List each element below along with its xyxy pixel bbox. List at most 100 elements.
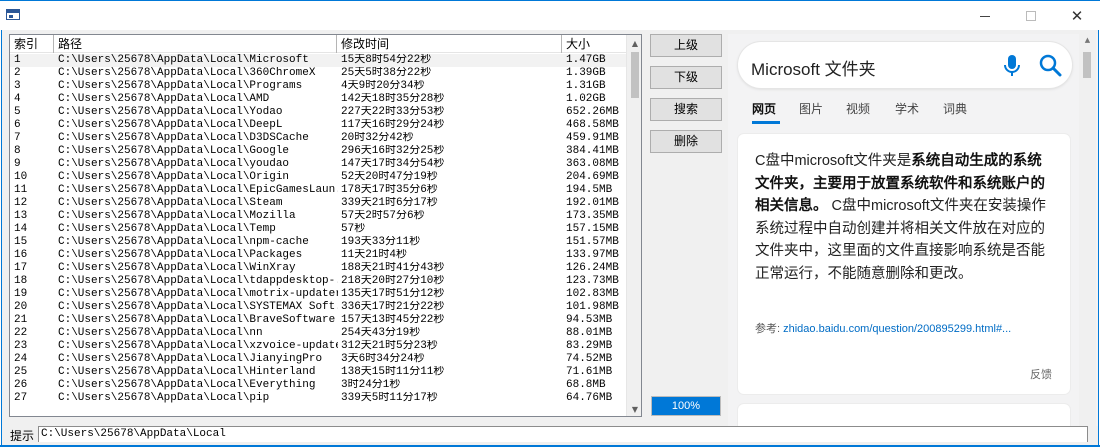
table-row[interactable]: 21 C:\Users\25678\AppData\Local\BraveSoft… (10, 314, 626, 327)
reference-line: 参考: zhidao.baidu.com/question/200895299.… (755, 320, 1055, 336)
row-index: 14 (14, 223, 28, 235)
web-search-box[interactable]: Microsoft 文件夹 (738, 42, 1072, 88)
row-size: 459.91MB (566, 132, 619, 144)
scrollbar-thumb[interactable] (631, 52, 639, 98)
table-row[interactable]: 26 C:\Users\25678\AppData\Local\Everythin… (10, 379, 626, 392)
search-query[interactable]: Microsoft 文件夹 (751, 55, 876, 80)
list-scrollbar[interactable]: ▲ ▼ (626, 35, 641, 416)
table-row[interactable]: 14 C:\Users\25678\AppData\Local\Temp 57秒 15… (10, 223, 626, 236)
table-row[interactable]: 15 C:\Users\25678\AppData\Local\npm-cache… (10, 236, 626, 249)
row-size: 71.61MB (566, 366, 613, 378)
table-row[interactable]: 24 C:\Users\25678\AppData\Local\JianyingP… (10, 353, 626, 366)
row-path: C:\Users\25678\AppData\Local\pip (58, 392, 270, 404)
table-row[interactable]: 6 C:\Users\25678\AppData\Local\DeepL 117天1… (10, 119, 626, 132)
row-index: 3 (14, 80, 21, 92)
scroll-up-arrow-icon[interactable]: ▲ (627, 35, 641, 52)
tab-images[interactable]: 图片 (799, 100, 823, 124)
feedback-link[interactable]: 反馈 (1030, 366, 1052, 382)
web-panel-scrollbar[interactable]: ▲ (1079, 34, 1096, 426)
column-header-index[interactable]: 索引 (10, 35, 54, 53)
row-path: C:\Users\25678\AppData\Local\youdao (58, 158, 290, 170)
row-index: 10 (14, 171, 28, 183)
row-modified-time: 4天9时20分34秒 (341, 80, 425, 92)
child-folder-button[interactable]: 下级 (650, 66, 722, 89)
table-row[interactable]: 20 C:\Users\25678\AppData\Local\SYSTEMAX … (10, 301, 626, 314)
table-row[interactable]: 18 C:\Users\25678\AppData\Local\tdappdesk… (10, 275, 626, 288)
column-header-size[interactable]: 大小 (562, 35, 626, 53)
row-modified-time: 193天33分11秒 (341, 236, 421, 248)
row-index: 15 (14, 236, 28, 248)
table-row[interactable]: 11 C:\Users\25678\AppData\Local\EpicGames… (10, 184, 626, 197)
answer-card: C盘中microsoft文件夹是系统自动生成的系统文件夹，主要用于放置系统软件和… (738, 134, 1070, 394)
maximize-icon (1026, 11, 1036, 21)
row-size: 88.01MB (566, 327, 613, 339)
status-bar: 提示 C:\Users\25678\AppData\Local (9, 426, 1097, 443)
row-modified-time: 3时24分1秒 (341, 379, 401, 391)
tab-dictionary[interactable]: 词典 (943, 100, 967, 124)
tab-videos[interactable]: 视频 (846, 100, 870, 124)
row-modified-time: 52天20时47分19秒 (341, 171, 438, 183)
table-row[interactable]: 2 C:\Users\25678\AppData\Local\360ChromeX… (10, 67, 626, 80)
table-row[interactable]: 3 C:\Users\25678\AppData\Local\Programs 4天… (10, 80, 626, 93)
scroll-up-arrow-icon[interactable]: ▲ (1079, 36, 1096, 48)
web-search-panel: Microsoft 文件夹 网页 图片 视频 学术 词典 C盘中microsof… (728, 34, 1098, 426)
row-size: 133.97MB (566, 249, 619, 261)
row-modified-time: 3天6时34分24秒 (341, 353, 425, 365)
microphone-icon[interactable] (1002, 54, 1022, 78)
reference-link[interactable]: zhidao.baidu.com/question/200895299.html… (783, 323, 1011, 335)
minimize-button[interactable] (962, 1, 1008, 31)
row-modified-time: 254天43分19秒 (341, 327, 421, 339)
row-modified-time: 138天15时11分11秒 (341, 366, 445, 378)
table-row[interactable]: 9 C:\Users\25678\AppData\Local\youdao 147天… (10, 158, 626, 171)
row-size: 123.73MB (566, 275, 619, 287)
parent-folder-button[interactable]: 上级 (650, 34, 722, 57)
row-size: 1.02GB (566, 93, 606, 105)
row-index: 4 (14, 93, 21, 105)
table-row[interactable]: 1 C:\Users\25678\AppData\Local\Microsoft 1… (10, 54, 626, 67)
tab-academic[interactable]: 学术 (895, 100, 919, 124)
status-label: 提示 (10, 429, 35, 443)
column-header-time[interactable]: 修改时间 (337, 35, 562, 53)
row-size: 194.5MB (566, 184, 613, 196)
row-size: 1.39GB (566, 67, 606, 79)
row-modified-time: 57天2时57分6秒 (341, 210, 425, 222)
row-modified-time: 135天17时51分12秒 (341, 288, 445, 300)
row-index: 20 (14, 301, 28, 313)
row-path: C:\Users\25678\AppData\Local\Origin (58, 171, 290, 183)
app-window-icon[interactable] (6, 9, 20, 20)
row-index: 8 (14, 145, 21, 157)
table-row[interactable]: 19 C:\Users\25678\AppData\Local\motrix-up… (10, 288, 626, 301)
table-row[interactable]: 7 C:\Users\25678\AppData\Local\D3DSCache 2… (10, 132, 626, 145)
tab-web[interactable]: 网页 (752, 100, 780, 124)
row-path: C:\Users\25678\AppData\Local\Everything (58, 379, 316, 391)
scrollbar-thumb[interactable] (1083, 52, 1091, 78)
row-path: C:\Users\25678\AppData\Local\360ChromeX (58, 67, 316, 79)
table-row[interactable]: 17 C:\Users\25678\AppData\Local\WinXray 18… (10, 262, 626, 275)
row-index: 13 (14, 210, 28, 222)
row-index: 16 (14, 249, 28, 261)
search-button[interactable]: 搜索 (650, 98, 722, 121)
table-row[interactable]: 22 C:\Users\25678\AppData\Local\nn 254天43分… (10, 327, 626, 340)
table-row[interactable]: 8 C:\Users\25678\AppData\Local\Google 296天… (10, 145, 626, 158)
delete-button[interactable]: 删除 (650, 130, 722, 153)
table-row[interactable]: 13 C:\Users\25678\AppData\Local\Mozilla 57… (10, 210, 626, 223)
row-path: C:\Users\25678\AppData\Local\Hinterland (58, 366, 316, 378)
table-row[interactable]: 27 C:\Users\25678\AppData\Local\pip 339天5时… (10, 392, 626, 405)
table-row[interactable]: 5 C:\Users\25678\AppData\Local\Yodao 227天2… (10, 106, 626, 119)
table-row[interactable]: 4 C:\Users\25678\AppData\Local\AMD 142天18时… (10, 93, 626, 106)
table-row[interactable]: 12 C:\Users\25678\AppData\Local\Steam 339天… (10, 197, 626, 210)
search-icon[interactable] (1038, 53, 1062, 77)
row-modified-time: 312天21时5分23秒 (341, 340, 438, 352)
row-size: 652.26MB (566, 106, 619, 118)
row-index: 23 (14, 340, 28, 352)
column-header-path[interactable]: 路径 (54, 35, 337, 53)
close-button[interactable]: ✕ (1054, 1, 1100, 31)
table-row[interactable]: 23 C:\Users\25678\AppData\Local\xzvoice-u… (10, 340, 626, 353)
maximize-button[interactable] (1008, 1, 1054, 31)
table-row[interactable]: 10 C:\Users\25678\AppData\Local\Origin 52天… (10, 171, 626, 184)
scroll-down-arrow-icon[interactable]: ▼ (627, 401, 641, 416)
table-row[interactable]: 16 C:\Users\25678\AppData\Local\Packages 1… (10, 249, 626, 262)
table-row[interactable]: 25 C:\Users\25678\AppData\Local\Hinterlan… (10, 366, 626, 379)
directory-list[interactable]: 索引 路径 修改时间 大小 1 C:\Users\25678\AppData\Lo… (9, 34, 642, 417)
row-index: 11 (14, 184, 28, 196)
